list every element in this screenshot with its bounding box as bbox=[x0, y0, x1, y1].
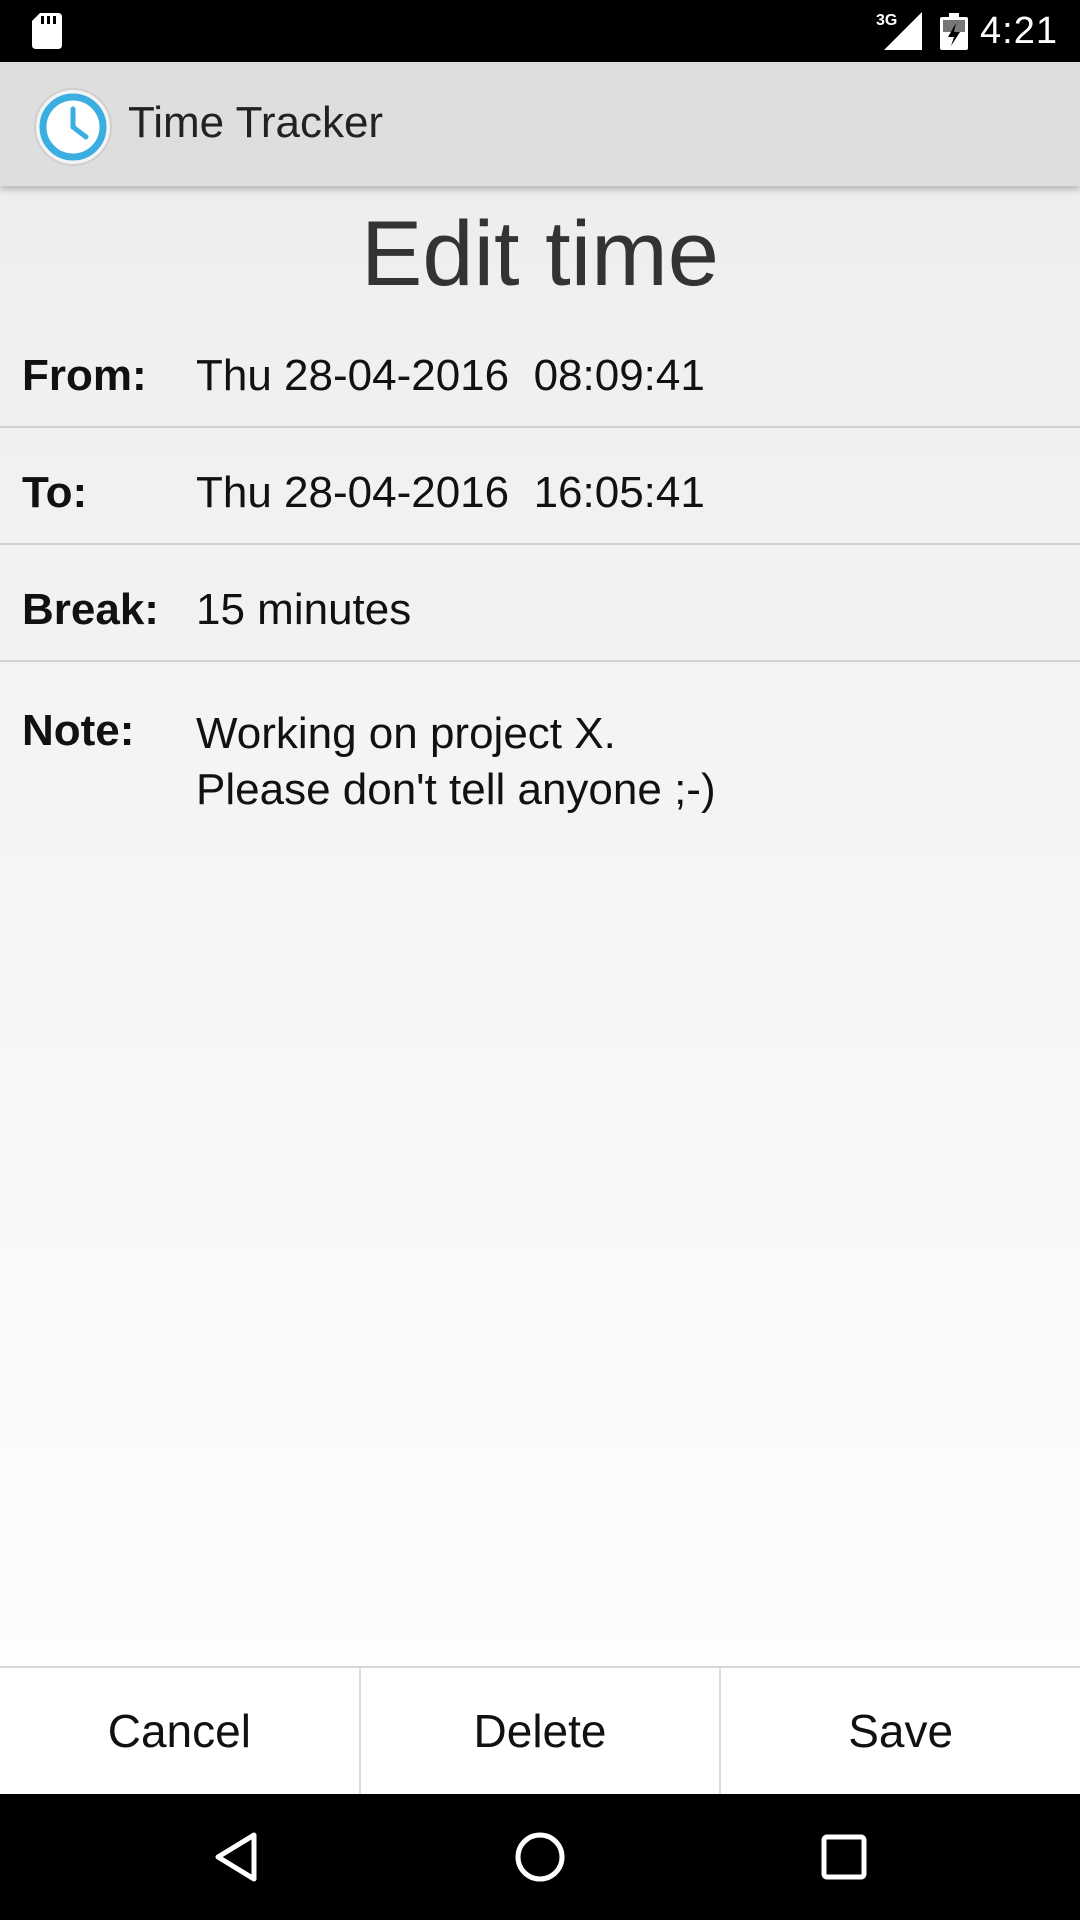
status-bar: 3G 4:21 bbox=[0, 0, 1080, 62]
to-value[interactable]: Thu 28-04-2016 16:05:41 bbox=[196, 468, 705, 518]
note-line-1: Working on project X. bbox=[196, 709, 616, 758]
screen: 3G 4:21 Time Tracker Edit time From: Thu… bbox=[0, 0, 1080, 1920]
to-row[interactable]: To: Thu 28-04-2016 16:05:41 bbox=[0, 428, 1080, 545]
note-label: Note: bbox=[22, 706, 135, 755]
navigation-bar bbox=[0, 1794, 1080, 1920]
home-icon[interactable] bbox=[512, 1829, 568, 1885]
sd-card-icon bbox=[32, 13, 62, 49]
from-row[interactable]: From: Thu 28-04-2016 08:09:41 bbox=[0, 311, 1080, 428]
app-title: Time Tracker bbox=[128, 98, 384, 147]
break-label: Break: bbox=[22, 585, 159, 634]
status-clock: 4:21 bbox=[980, 10, 1058, 52]
break-value[interactable]: 15 minutes bbox=[196, 585, 411, 635]
back-icon[interactable] bbox=[208, 1829, 264, 1885]
note-value[interactable]: Working on project X. Please don't tell … bbox=[196, 706, 716, 818]
battery-icon bbox=[940, 13, 968, 50]
clock-icon[interactable] bbox=[34, 88, 112, 166]
to-label: To: bbox=[22, 468, 88, 517]
delete-button[interactable]: Delete bbox=[361, 1668, 722, 1794]
from-label: From: bbox=[22, 351, 147, 400]
note-line-2: Please don't tell anyone ;-) bbox=[196, 765, 716, 814]
break-row[interactable]: Break: 15 minutes bbox=[0, 545, 1080, 662]
action-button-bar: Cancel Delete Save bbox=[0, 1666, 1080, 1794]
save-button[interactable]: Save bbox=[721, 1668, 1080, 1794]
page-title: Edit time bbox=[361, 203, 719, 305]
recents-icon[interactable] bbox=[816, 1829, 872, 1885]
network-type-label: 3G bbox=[876, 12, 898, 29]
edit-time-form: Edit time From: Thu 28-04-2016 08:09:41 … bbox=[0, 186, 1080, 1666]
from-value[interactable]: Thu 28-04-2016 08:09:41 bbox=[196, 351, 705, 401]
app-bar: Time Tracker bbox=[0, 62, 1080, 186]
cancel-button[interactable]: Cancel bbox=[0, 1668, 361, 1794]
